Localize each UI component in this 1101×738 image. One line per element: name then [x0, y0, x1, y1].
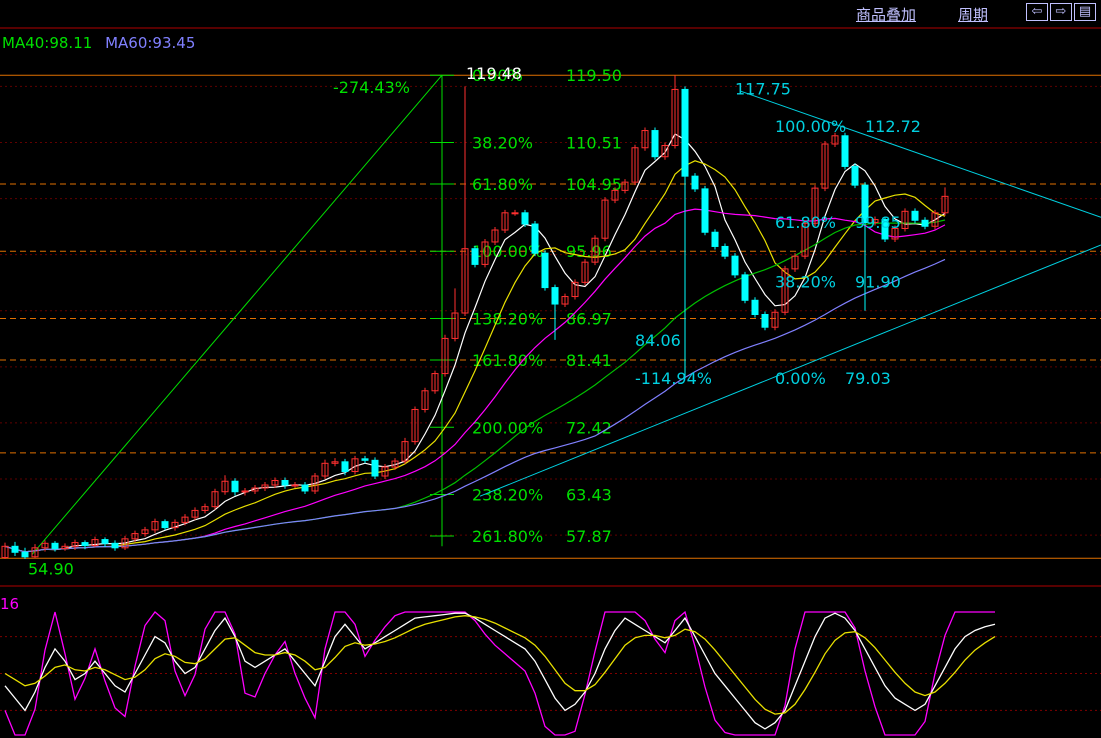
- fib-level-price: 119.50: [566, 66, 622, 85]
- candle-down: [341, 461, 349, 473]
- fib-level-price: 86.97: [566, 309, 612, 328]
- candle-down: [701, 188, 709, 233]
- swing-annotation: 117.75: [735, 79, 791, 98]
- candle-down: [51, 542, 59, 550]
- candle-up: [511, 212, 519, 215]
- candle-down: [161, 521, 169, 529]
- candle-down: [681, 88, 689, 177]
- candle-down: [731, 255, 739, 276]
- fib-level-pct: 61.80%: [472, 175, 533, 194]
- candle-down: [111, 542, 119, 549]
- ma60-line: [4, 258, 946, 553]
- candle-down: [741, 274, 749, 301]
- fib-level-pct: 261.80%: [472, 527, 543, 546]
- fib-level-pct: 38.20%: [472, 133, 533, 152]
- ma60-value: MA60:93.45: [105, 34, 196, 52]
- kdj-d-line: [4, 615, 996, 715]
- swing-annotation: 38.20%: [775, 273, 836, 292]
- candle-down: [11, 545, 19, 553]
- candle-down: [851, 165, 859, 186]
- fib-level-price: 95.96: [566, 242, 612, 261]
- fib-level-price: 81.41: [566, 351, 612, 370]
- candle-down: [711, 231, 719, 247]
- candle-down: [231, 480, 239, 493]
- ma-legend: MA40:98.11 MA60:93.45: [2, 34, 195, 52]
- swing-annotation: 99.85: [855, 213, 901, 232]
- price-chart[interactable]: 0.00% 119.50 38.20% 110.51 61.80% 104.95 100.0…: [0, 0, 1101, 738]
- candle-down: [911, 210, 919, 221]
- fib-level-price: 72.42: [566, 418, 612, 437]
- fib-high-label: 119.48: [466, 64, 522, 83]
- swing-annotation: 0.00%: [775, 369, 826, 388]
- candle-down: [541, 252, 549, 289]
- swing-annotation: 79.03: [845, 369, 891, 388]
- swing-annotation: 100.00%: [775, 117, 846, 136]
- fib-level-price: 63.43: [566, 485, 612, 504]
- candle-down: [721, 245, 729, 257]
- fib-level-price: 104.95: [566, 175, 622, 194]
- candle-down: [81, 542, 89, 547]
- fib-level-pct: 200.00%: [472, 418, 543, 437]
- candle-down: [531, 223, 539, 254]
- swing-annotation: -114.94%: [635, 369, 712, 388]
- kdj-period-label: 16: [0, 595, 20, 613]
- candle-down: [521, 212, 529, 225]
- fib-low-label: 54.90: [28, 559, 74, 578]
- candle-down: [841, 135, 849, 167]
- fib-level-pct: 138.20%: [472, 309, 543, 328]
- fib-level-price: 110.51: [566, 133, 622, 152]
- candle-down: [101, 539, 109, 544]
- swing-annotation: 112.72: [865, 117, 921, 136]
- candle-down: [921, 219, 929, 227]
- fib-start-pct: -274.43%: [333, 78, 410, 97]
- swing-annotation: 84.06: [635, 331, 681, 350]
- candle-up: [291, 484, 299, 487]
- candle-down: [281, 480, 289, 486]
- fib-level-price: 57.87: [566, 527, 612, 546]
- candle-down: [301, 484, 309, 492]
- candle-up: [241, 490, 249, 493]
- candle-down: [691, 175, 699, 190]
- candle-down: [361, 458, 369, 461]
- candle-down: [751, 299, 759, 316]
- fib-retracement: 0.00% 119.50 38.20% 110.51 61.80% 104.95 100.0…: [0, 64, 1101, 578]
- candle-down: [471, 248, 479, 265]
- candle-down: [551, 287, 559, 305]
- ma40-value: MA40:98.11: [2, 34, 93, 52]
- swing-annotation: 91.90: [855, 273, 901, 292]
- kdj-k-line: [4, 612, 996, 730]
- swing-annotation: 61.80%: [775, 213, 836, 232]
- kdj-panel: [0, 610, 1101, 736]
- candle-down: [761, 314, 769, 328]
- candle-down: [371, 459, 379, 477]
- candle-down: [21, 551, 29, 558]
- candle-down: [651, 130, 659, 158]
